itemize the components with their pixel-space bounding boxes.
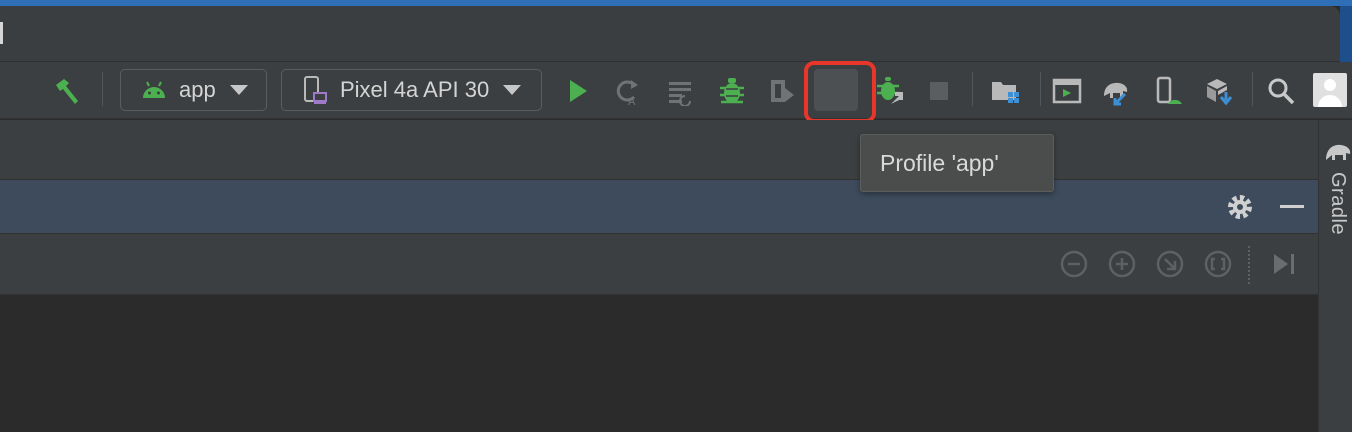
account-avatar[interactable] (1313, 73, 1347, 107)
run-configuration-label: app (179, 77, 216, 102)
coverage-icon[interactable] (765, 74, 799, 108)
device-dropdown[interactable]: Pixel 4a API 30 (281, 69, 542, 111)
expand-icon[interactable] (1108, 250, 1136, 278)
highlight-annotation (804, 61, 876, 123)
run-icon[interactable] (560, 74, 594, 108)
chevron-down-icon (503, 85, 522, 95)
toolbar-separator (1248, 246, 1250, 284)
right-tool-strip (1318, 120, 1352, 432)
elephant-icon (1324, 140, 1352, 162)
sync-gradle-icon[interactable] (1099, 74, 1133, 108)
debug-icon[interactable] (715, 74, 749, 108)
project-structure-icon[interactable] (988, 74, 1022, 108)
apply-code-changes-icon[interactable] (664, 74, 698, 108)
minimize-icon[interactable] (1280, 205, 1304, 208)
sdk-manager-icon[interactable] (1202, 74, 1236, 108)
main-toolbar: app Pixel 4a API 30 A (0, 62, 1352, 119)
toolbar-separator (1252, 72, 1253, 106)
apply-changes-restart-icon[interactable]: A (610, 74, 644, 108)
toolbar-separator (102, 72, 103, 106)
toolbar-separator (1040, 72, 1041, 106)
filter-icon[interactable] (1156, 250, 1184, 278)
hammer-icon[interactable] (50, 74, 84, 108)
desktop-background-corner (1340, 6, 1352, 62)
window-title-bar (0, 6, 1340, 62)
toolbar-separator (972, 72, 973, 106)
device-label: Pixel 4a API 30 (340, 77, 490, 102)
run-configuration-dropdown[interactable]: app (120, 69, 267, 111)
search-icon[interactable] (1264, 74, 1298, 108)
stop-icon[interactable] (922, 74, 956, 108)
avd-manager-icon[interactable] (1152, 74, 1186, 108)
gear-icon[interactable] (1226, 193, 1254, 221)
device-icon (304, 76, 327, 104)
layout-inspector-icon[interactable] (1050, 74, 1084, 108)
gradle-side-tab[interactable]: Gradle (1326, 172, 1349, 235)
tool-window-header (0, 180, 1318, 234)
skip-to-end-icon[interactable] (1270, 250, 1298, 278)
svg-text:A: A (628, 96, 636, 106)
editor-tab-bar (0, 120, 1318, 180)
collapse-icon[interactable] (1060, 250, 1088, 278)
tooltip: Profile 'app' (860, 134, 1054, 192)
tool-window-content (0, 295, 1318, 432)
chevron-down-icon (229, 85, 248, 95)
window-edge (0, 22, 3, 44)
android-icon (143, 81, 165, 98)
tooltip-text: Profile 'app' (880, 149, 999, 176)
frame-icon[interactable] (1204, 250, 1232, 278)
attach-debugger-icon[interactable] (873, 74, 907, 108)
